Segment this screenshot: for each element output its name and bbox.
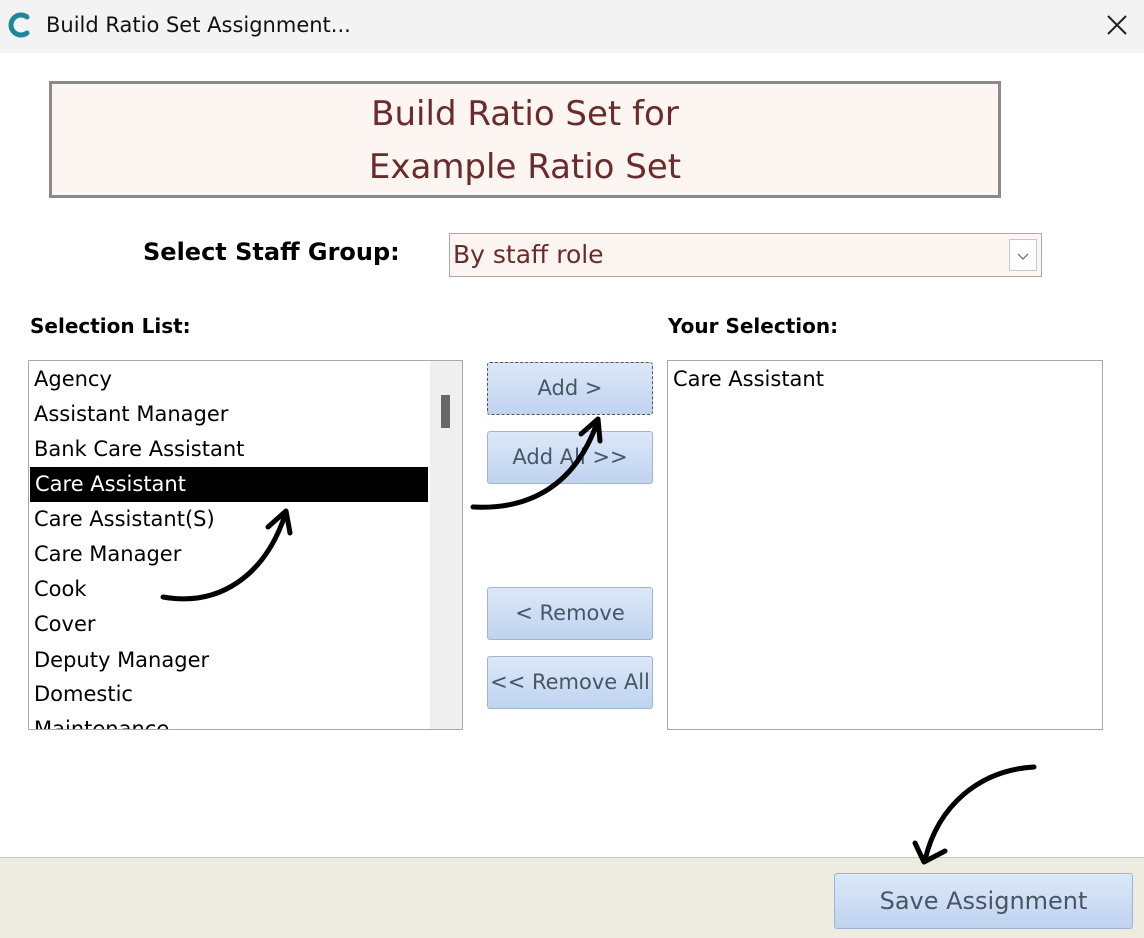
list-item[interactable]: Maintenance bbox=[34, 712, 169, 729]
list-item[interactable]: Cook bbox=[34, 572, 87, 607]
chevron-down-icon bbox=[1017, 253, 1029, 260]
selection-listbox[interactable]: Agency Assistant Manager Bank Care Assis… bbox=[28, 360, 463, 730]
list-item[interactable]: Bank Care Assistant bbox=[34, 432, 244, 467]
staff-group-dropdown[interactable]: By staff role bbox=[449, 233, 1042, 277]
title-bar: Build Ratio Set Assignment... bbox=[0, 0, 1144, 53]
list-item-selected[interactable]: Care Assistant bbox=[30, 467, 428, 502]
remove-all-button[interactable]: << Remove All bbox=[487, 656, 653, 709]
close-icon[interactable] bbox=[1098, 6, 1136, 44]
list-item[interactable]: Agency bbox=[34, 362, 112, 397]
selected-list-item[interactable]: Care Assistant bbox=[673, 362, 824, 397]
save-assignment-button[interactable]: Save Assignment bbox=[834, 873, 1133, 929]
list-item[interactable]: Care Manager bbox=[34, 537, 181, 572]
list-item[interactable]: Care Assistant(S) bbox=[34, 502, 215, 537]
add-all-button[interactable]: Add All >> bbox=[487, 431, 653, 484]
your-selection-label: Your Selection: bbox=[668, 314, 839, 338]
remove-button[interactable]: < Remove bbox=[487, 587, 653, 640]
list-item[interactable]: Deputy Manager bbox=[34, 643, 209, 678]
selection-list-scrollbar[interactable] bbox=[430, 361, 462, 729]
header-title-line1: Build Ratio Set for bbox=[371, 94, 679, 134]
scrollbar-thumb[interactable] bbox=[441, 395, 450, 428]
header-title-line2: Example Ratio Set bbox=[368, 147, 682, 187]
list-item[interactable]: Domestic bbox=[34, 677, 133, 712]
dropdown-button[interactable] bbox=[1009, 239, 1037, 271]
add-button[interactable]: Add > bbox=[487, 362, 653, 415]
list-item[interactable]: Cover bbox=[34, 607, 96, 642]
list-item[interactable]: Assistant Manager bbox=[34, 397, 228, 432]
arrow-annotation-icon bbox=[912, 764, 1037, 865]
window-title: Build Ratio Set Assignment... bbox=[46, 13, 351, 37]
form-header: Build Ratio Set for Example Ratio Set bbox=[49, 81, 1001, 198]
staff-group-value: By staff role bbox=[453, 240, 604, 269]
app-c-icon bbox=[8, 12, 30, 38]
your-selection-listbox[interactable]: Care Assistant bbox=[667, 360, 1103, 730]
staff-group-label: Select Staff Group: bbox=[143, 238, 400, 266]
selection-list-label: Selection List: bbox=[30, 314, 191, 338]
